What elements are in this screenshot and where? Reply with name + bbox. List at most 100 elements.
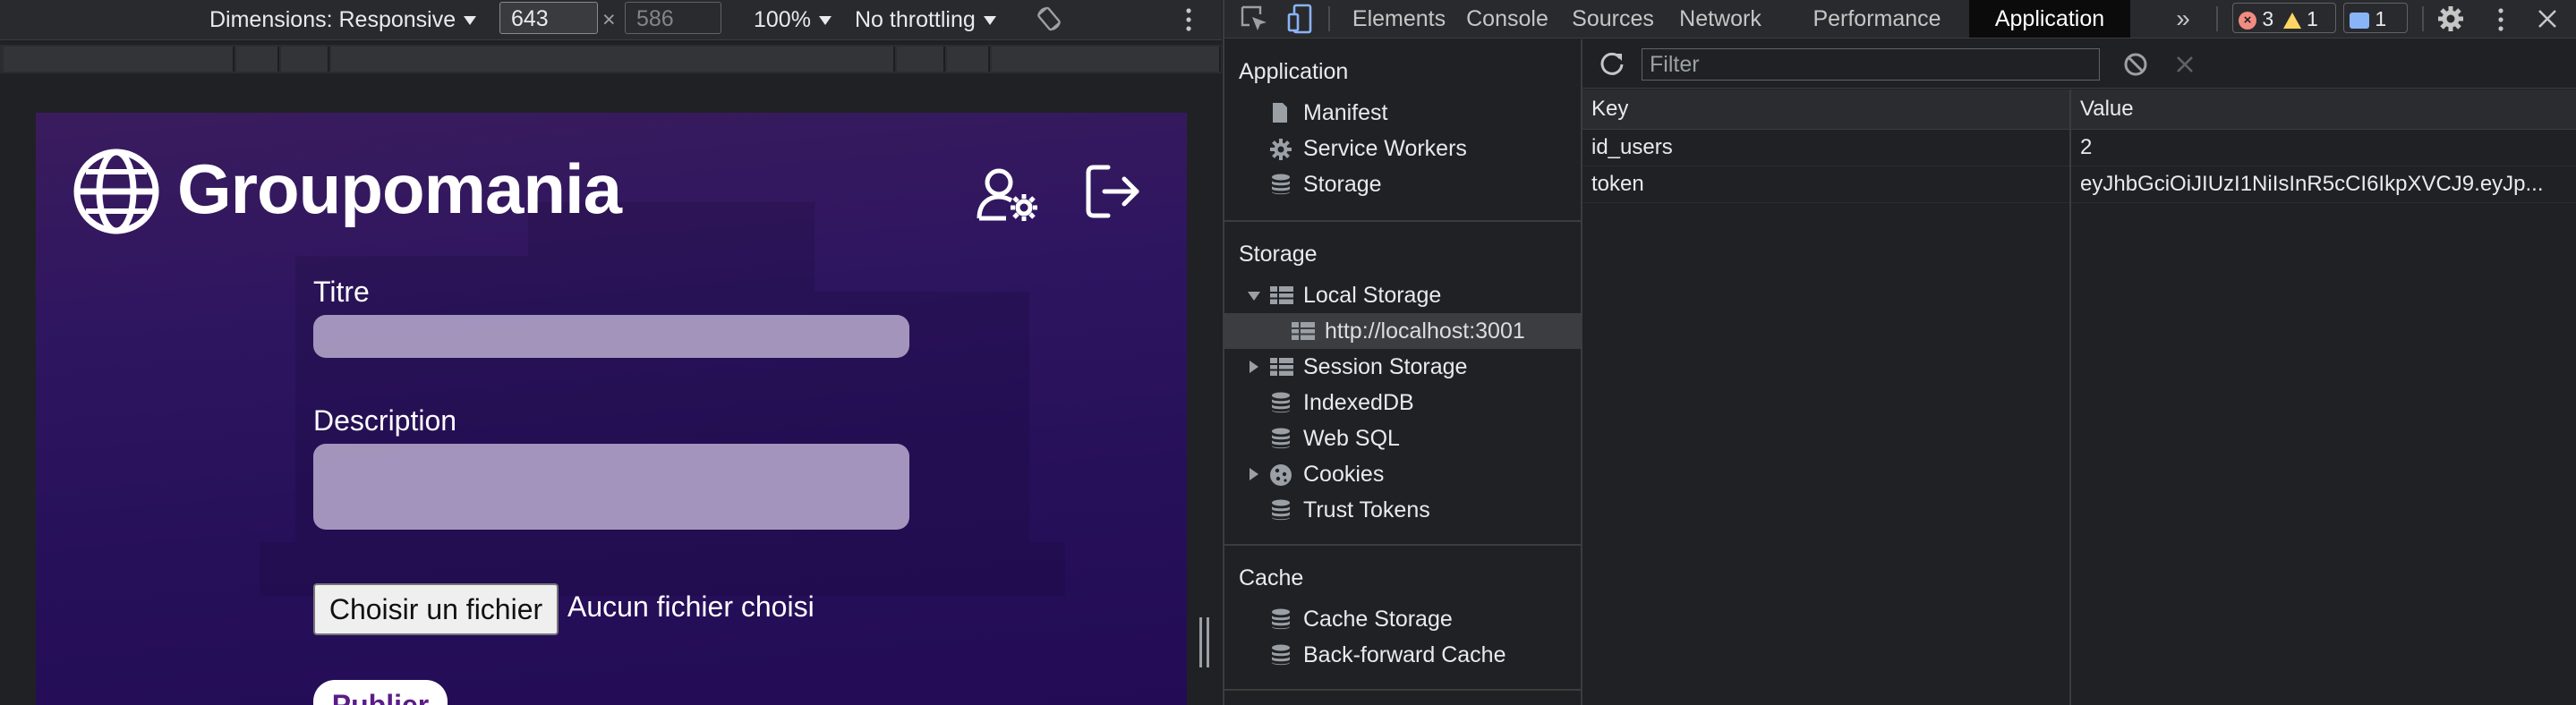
- dimensions-dropdown[interactable]: Dimensions: Responsive: [209, 5, 477, 34]
- dimensions-label: Dimensions: Responsive: [209, 7, 456, 32]
- sidebar-item-web-sql[interactable]: Web SQL: [1224, 420, 1581, 456]
- sidebar-item-back-forward-cache[interactable]: Back-forward Cache: [1224, 637, 1581, 673]
- tab-console[interactable]: Console: [1459, 0, 1556, 38]
- sidebar-item-label: http://localhost:3001: [1325, 319, 1525, 344]
- filter-input[interactable]: Filter: [1642, 48, 2100, 81]
- ruler-segment[interactable]: [236, 47, 279, 72]
- tab-elements[interactable]: Elements: [1346, 0, 1452, 38]
- publish-button[interactable]: Publier: [313, 680, 448, 705]
- table-icon: [1292, 322, 1315, 340]
- database-icon: [1272, 428, 1290, 449]
- zoom-label: 100%: [754, 7, 811, 32]
- inspect-element-icon[interactable]: [1241, 5, 1269, 32]
- rotate-icon[interactable]: [1035, 4, 1063, 33]
- warning-count: 1: [2306, 7, 2318, 30]
- devtools-panel: Elements Console Sources Network Perform…: [1223, 0, 2576, 705]
- gear-icon: [1270, 139, 1292, 160]
- sidebar-item-trust-tokens[interactable]: Trust Tokens: [1224, 492, 1581, 528]
- application-section-header: Application: [1239, 59, 1349, 84]
- local-storage-table: Key Value id_users 2 token eyJhbGciOiJIU…: [1582, 89, 2576, 705]
- sidebar-item-label: IndexedDB: [1303, 390, 1414, 415]
- sidebar-item-cache-storage[interactable]: Cache Storage: [1224, 601, 1581, 637]
- title-label: Titre: [313, 276, 370, 308]
- value-cell: 2: [2080, 135, 2093, 159]
- description-textarea[interactable]: [313, 444, 909, 530]
- cache-section-header: Cache: [1239, 565, 1304, 590]
- sidebar-item-session-storage[interactable]: Session Storage: [1224, 349, 1581, 385]
- ruler-segment[interactable]: [4, 47, 235, 72]
- sidebar-item-label: Trust Tokens: [1303, 497, 1430, 522]
- more-options-icon[interactable]: [1180, 5, 1198, 34]
- application-sidebar: Application Manifest Service Workers Sto…: [1224, 39, 1582, 705]
- tab-application[interactable]: Application: [1969, 0, 2130, 38]
- description-label: Description: [313, 404, 457, 437]
- column-header-key[interactable]: Key: [1591, 91, 1628, 127]
- sidebar-item-indexeddb[interactable]: IndexedDB: [1224, 385, 1581, 420]
- sidebar-item-service-workers[interactable]: Service Workers: [1224, 131, 1581, 166]
- sidebar-divider: [1224, 220, 1581, 222]
- tab-sources[interactable]: Sources: [1563, 0, 1663, 38]
- chevron-down-icon: [818, 16, 832, 26]
- messages-counter[interactable]: 1: [2343, 3, 2408, 33]
- logout-icon[interactable]: [1083, 162, 1142, 221]
- zoom-dropdown[interactable]: 100%: [754, 5, 832, 34]
- database-icon: [1272, 608, 1290, 630]
- width-input[interactable]: 643: [499, 2, 598, 34]
- gear-icon[interactable]: [2436, 4, 2465, 33]
- table-row[interactable]: token eyJhbGciOiJIUzI1NiIsInR5cCI6IkpXVC…: [1582, 166, 2576, 203]
- sidebar-item-label: Session Storage: [1303, 354, 1468, 379]
- toolbar-divider: [1328, 6, 1330, 31]
- title-input[interactable]: [313, 315, 909, 358]
- sidebar-item-storage[interactable]: Storage: [1224, 166, 1581, 202]
- clear-all-icon[interactable]: [2123, 52, 2148, 77]
- file-status-text: Aucun fichier choisi: [567, 590, 815, 623]
- sidebar-item-label: Service Workers: [1303, 136, 1467, 161]
- sidebar-item-manifest[interactable]: Manifest: [1224, 95, 1581, 131]
- emulated-page: Groupomania Titre Description Choisir un…: [36, 113, 1187, 705]
- issues-counter[interactable]: × 3 1: [2232, 3, 2336, 33]
- column-header-value[interactable]: Value: [2080, 91, 2134, 127]
- dimension-separator: ×: [602, 7, 616, 32]
- chevron-down-icon: [464, 16, 477, 26]
- device-toggle-icon[interactable]: [1287, 4, 1314, 34]
- sidebar-item-label: Back-forward Cache: [1303, 642, 1506, 667]
- ruler-segment[interactable]: [992, 47, 1221, 72]
- devtools-tabbar: Elements Console Sources Network Perform…: [1224, 0, 2576, 38]
- delete-selected-icon[interactable]: [2175, 55, 2195, 74]
- sidebar-item-local-storage[interactable]: Local Storage: [1224, 277, 1581, 313]
- ruler-segment[interactable]: [897, 47, 945, 72]
- table-row[interactable]: id_users 2: [1582, 130, 2576, 166]
- sidebar-item-cookies[interactable]: Cookies: [1224, 456, 1581, 492]
- customize-menu-icon[interactable]: [2494, 5, 2508, 34]
- user-settings-icon[interactable]: [976, 166, 1040, 224]
- sidebar-item-label: Cache Storage: [1303, 607, 1453, 632]
- storage-section-header: Storage: [1239, 242, 1318, 267]
- storage-filter-bar: Filter: [1582, 39, 2576, 89]
- sidebar-item-label: Storage: [1303, 172, 1382, 197]
- ruler-segment[interactable]: [947, 47, 990, 72]
- key-cell: token: [1591, 172, 1644, 196]
- warning-icon: [2282, 12, 2301, 29]
- close-icon[interactable]: [2537, 8, 2558, 30]
- device-toolbar: Dimensions: Responsive 643 × 586 100% No…: [0, 0, 1222, 40]
- ruler-segment[interactable]: [331, 47, 895, 72]
- resize-handle[interactable]: [1199, 617, 1210, 667]
- value-cell: eyJhbGciOiJIUzI1NiIsInR5cCI6IkpXVCJ9.eyJ…: [2080, 172, 2544, 196]
- error-icon: ×: [2239, 11, 2256, 30]
- more-tabs-icon[interactable]: »: [2170, 0, 2196, 38]
- tab-performance[interactable]: Performance: [1778, 0, 1976, 38]
- tab-network[interactable]: Network: [1670, 0, 1770, 38]
- collapsed-arrow-icon[interactable]: [1250, 468, 1258, 480]
- height-input[interactable]: 586: [625, 2, 721, 34]
- database-icon: [1272, 644, 1290, 666]
- column-divider[interactable]: [2069, 89, 2071, 705]
- refresh-icon[interactable]: [1599, 50, 1625, 77]
- expanded-arrow-icon[interactable]: [1248, 292, 1260, 301]
- throttling-dropdown[interactable]: No throttling: [855, 5, 996, 34]
- collapsed-arrow-icon[interactable]: [1250, 361, 1258, 373]
- sidebar-item-localhost-origin[interactable]: http://localhost:3001: [1224, 313, 1581, 349]
- empty-table-area: [1582, 203, 2576, 705]
- choose-file-button[interactable]: Choisir un fichier: [313, 583, 559, 635]
- ruler-segment[interactable]: [281, 47, 329, 72]
- message-icon: [2350, 12, 2369, 29]
